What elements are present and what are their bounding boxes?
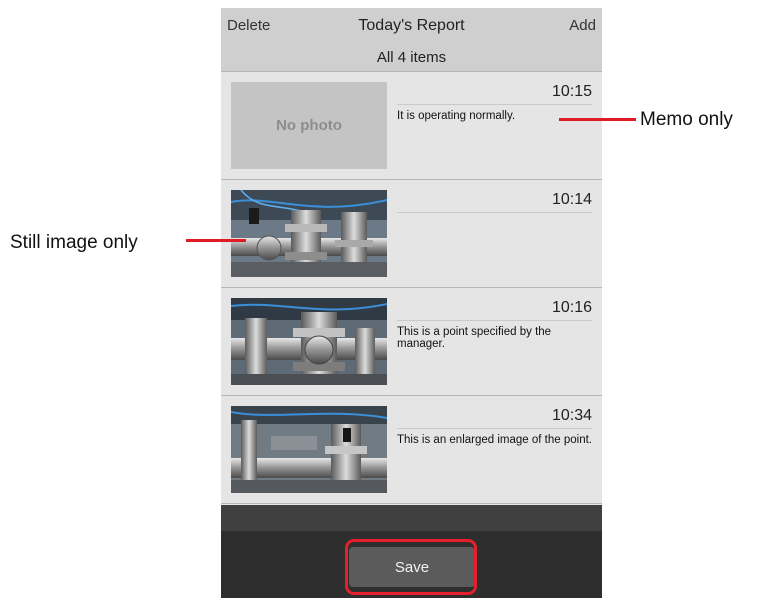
divider xyxy=(397,428,592,429)
item-time: 10:16 xyxy=(551,299,592,316)
photo-thumbnail[interactable] xyxy=(231,298,387,385)
divider xyxy=(397,104,592,105)
list-end-strip xyxy=(221,505,602,531)
valve-photo-image xyxy=(231,298,387,385)
item-count: All 4 items xyxy=(376,49,447,66)
list-item[interactable]: No photo 10:15 It is operating normally. xyxy=(221,72,602,180)
valve-photo-image xyxy=(231,406,387,493)
divider xyxy=(397,212,592,213)
item-time: 10:15 xyxy=(551,83,592,100)
item-memo: This is an enlarged image of the point. xyxy=(397,434,592,446)
item-memo: This is a point specified by the manager… xyxy=(397,326,552,350)
photo-thumbnail[interactable] xyxy=(231,406,387,493)
add-button[interactable]: Add xyxy=(569,17,596,34)
app-header: Delete Today's Report Add All 4 items xyxy=(221,8,602,72)
report-list: No photo 10:15 It is operating normally. xyxy=(221,72,602,504)
divider xyxy=(397,320,592,321)
still-image-only-label: Still image only xyxy=(10,232,138,253)
item-time: 10:14 xyxy=(551,191,592,208)
item-time: 10:34 xyxy=(551,407,592,424)
memo-only-pointer xyxy=(559,118,636,121)
list-item[interactable]: 10:14 xyxy=(221,180,602,288)
list-item[interactable]: 10:34 This is an enlarged image of the p… xyxy=(221,396,602,504)
photo-thumbnail[interactable] xyxy=(231,190,387,277)
list-item[interactable]: 10:16 This is a point specified by the m… xyxy=(221,288,602,396)
save-highlight-outline xyxy=(345,539,477,595)
page-title: Today's Report xyxy=(358,17,465,34)
valve-photo-image xyxy=(231,190,387,277)
app-screen: Delete Today's Report Add All 4 items No… xyxy=(221,8,602,598)
still-image-only-pointer xyxy=(186,239,246,242)
no-photo-placeholder: No photo xyxy=(231,82,387,169)
memo-only-label: Memo only xyxy=(640,109,733,130)
